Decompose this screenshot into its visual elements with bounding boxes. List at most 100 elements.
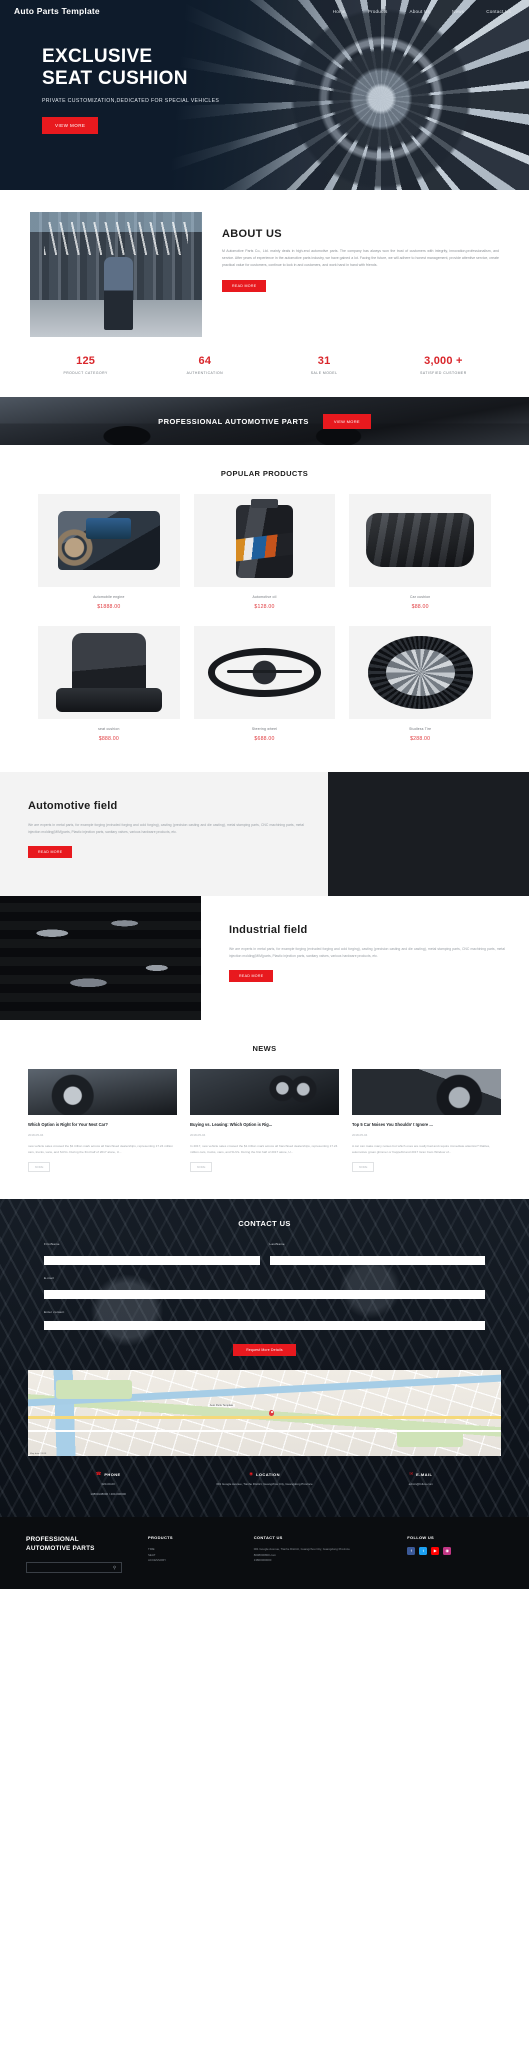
news-image <box>190 1069 339 1115</box>
news-card[interactable]: Buying vs. Leasing: Which Option is Rig.… <box>190 1069 339 1173</box>
firstname-label: FirstName <box>44 1241 60 1246</box>
twitter-icon[interactable]: t <box>419 1546 428 1555</box>
industrial-field-body: We are experts in metal parts, for examp… <box>229 947 505 959</box>
news-more-button[interactable]: MORE <box>190 1161 213 1172</box>
product-price: $88.00 <box>411 604 429 610</box>
product-name: Car cushion <box>410 595 431 599</box>
product-image <box>193 494 336 587</box>
hero-section: Auto Parts Template Home Products About … <box>0 0 529 190</box>
news-date: 2018-05-04 <box>352 1132 368 1137</box>
product-card[interactable]: Car cushion $88.00 <box>349 494 491 610</box>
nav-item-contact-us[interactable]: Contact Us <box>486 9 511 14</box>
banner-view-more-button[interactable]: VIEW MORE <box>322 413 371 429</box>
news-card[interactable]: Top 5 Car Noises You Shouldn’ t Ignore .… <box>352 1069 501 1173</box>
products-section-title: POPULAR PRODUCTS <box>220 469 309 478</box>
nav-item-news[interactable]: News <box>452 9 464 14</box>
firstname-input[interactable] <box>44 1256 260 1266</box>
contact-info-phone: ☎ PHONE 020-00-00 13800138000 / 400-0000… <box>30 1472 186 1497</box>
product-card[interactable]: Automotive oil $128.00 <box>193 494 336 610</box>
footer-brand-block: PROFESSIONAL AUTOMOTIVE PARTS ⚲ <box>26 1535 138 1574</box>
location-icon: ◉ <box>249 1471 254 1477</box>
lastname-input[interactable] <box>269 1256 485 1266</box>
nav-item-home[interactable]: Home <box>333 9 346 14</box>
news-section: NEWS Which Option is Right for Your Next… <box>0 1020 529 1199</box>
news-section-title: NEWS <box>252 1044 277 1053</box>
news-card[interactable]: Which Option is Right for Your Next Car?… <box>28 1069 177 1173</box>
product-price: $688.00 <box>254 736 275 742</box>
hero-title: EXCLUSIVE SEAT CUSHION <box>42 46 529 91</box>
industrial-field-image <box>0 896 201 1020</box>
facebook-icon[interactable]: f <box>407 1546 416 1555</box>
footer-phone[interactable]: 13800000000 <box>254 1558 398 1564</box>
contact-info-email: ✉ E-MAIL admin@follow.com <box>343 1472 499 1497</box>
map-attribution: Map data ©2018 <box>30 1452 47 1455</box>
product-price: $1888.00 <box>97 604 121 610</box>
search-icon[interactable]: ⚲ <box>108 1563 121 1572</box>
firstname-group: FirstName <box>44 1242 260 1267</box>
request-details-button[interactable]: Request More Details <box>233 1343 296 1356</box>
fields-section: Automotive field We are experts in metal… <box>0 772 529 1020</box>
nav-item-about-us[interactable]: About Us <box>409 9 430 14</box>
location-map[interactable]: Auto Parts Template Map data ©2018 <box>28 1369 501 1456</box>
name-row: FirstName LastName <box>44 1242 485 1276</box>
news-more-button[interactable]: MORE <box>28 1161 51 1172</box>
product-name: Automobile engine <box>93 595 125 599</box>
contact-info-line: admin@follow.com <box>408 1481 433 1486</box>
news-date: 2018-05-04 <box>190 1132 206 1137</box>
news-description: new vehicle sales crossed the $1 trillio… <box>28 1143 173 1154</box>
products-section: POPULAR PRODUCTS Automobile engine $1888… <box>0 445 529 742</box>
news-title: Buying vs. Leasing: Which Option is Rig.… <box>190 1122 273 1127</box>
instagram-icon[interactable]: ◉ <box>443 1546 452 1555</box>
product-name: Automotive oil <box>252 595 277 599</box>
footer-column-title: CONTACT US <box>253 1534 283 1540</box>
tire-icon <box>367 636 473 709</box>
footer-search[interactable]: ⚲ <box>26 1562 122 1574</box>
social-links: f t ▶ ◉ <box>407 1546 503 1555</box>
about-title: ABOUT US <box>222 228 282 240</box>
product-image <box>349 626 491 719</box>
news-more-button[interactable]: MORE <box>352 1161 375 1172</box>
footer-column-products: PRODUCTS TIRE SEAT ACCESSORY <box>138 1535 244 1574</box>
map-pin-icon[interactable] <box>269 1409 275 1417</box>
footer-search-input[interactable] <box>27 1563 108 1573</box>
hero-view-more-button[interactable]: VIEW MORE <box>42 116 99 134</box>
stat-satisfied-customer: 3,000 + SATISFIED CUSTOMER <box>384 355 503 375</box>
stat-number: 125 <box>76 355 96 367</box>
industrial-read-more-button[interactable]: READ MORE <box>229 970 274 983</box>
news-description: In 2017, new vehicle sales crossed the $… <box>190 1143 338 1154</box>
contact-info-head: ✉ E-MAIL <box>343 1472 499 1477</box>
stat-number: 31 <box>317 355 331 367</box>
stat-sale-model: 31 SALE MODEL <box>265 355 384 375</box>
youtube-icon[interactable]: ▶ <box>431 1546 440 1555</box>
map-highway <box>28 1416 501 1419</box>
steering-wheel-icon <box>207 648 322 697</box>
hero-title-line2: SEAT CUSHION <box>42 68 188 90</box>
email-input[interactable] <box>44 1290 485 1300</box>
phone-icon: ☎ <box>95 1471 102 1477</box>
nav-item-products[interactable]: Products <box>368 9 388 14</box>
news-description: A car can make many noises but which one… <box>352 1143 491 1154</box>
automotive-read-more-button[interactable]: READ MORE <box>28 846 73 859</box>
product-image <box>38 494 180 587</box>
footer-brand-line2: AUTOMOTIVE PARTS <box>26 1544 95 1552</box>
footer-link[interactable]: ACCESSORY <box>148 1558 244 1564</box>
product-price: $288.00 <box>410 736 431 742</box>
automotive-field-image <box>328 772 529 896</box>
products-grid-row1: Automobile engine $1888.00 Automotive oi… <box>0 494 529 610</box>
contact-info-line: 13800138000 / 400-000000 <box>90 1491 126 1496</box>
contact-info-title: PHONE <box>104 1471 121 1477</box>
product-price: $128.00 <box>254 604 275 610</box>
stat-label: SATISFIED CUSTOMER <box>420 371 467 375</box>
news-image <box>28 1069 177 1115</box>
product-name: Steering wheel <box>251 727 278 731</box>
product-card[interactable]: Automobile engine $1888.00 <box>38 494 180 610</box>
industrial-field-title: Industrial field <box>229 924 308 936</box>
contact-form: FirstName LastName E-mail Enter content <box>44 1242 485 1356</box>
product-card[interactable]: Steering wheel $688.00 <box>193 626 336 742</box>
industrial-field-row: Industrial field We are experts in metal… <box>0 896 529 1020</box>
product-card[interactable]: Studless Tire $288.00 <box>349 626 491 742</box>
message-input[interactable] <box>44 1320 485 1330</box>
product-card[interactable]: seat cushion $888.00 <box>38 626 180 742</box>
main-navigation: Auto Parts Template Home Products About … <box>0 0 529 22</box>
about-read-more-button[interactable]: READ MORE <box>222 279 267 292</box>
